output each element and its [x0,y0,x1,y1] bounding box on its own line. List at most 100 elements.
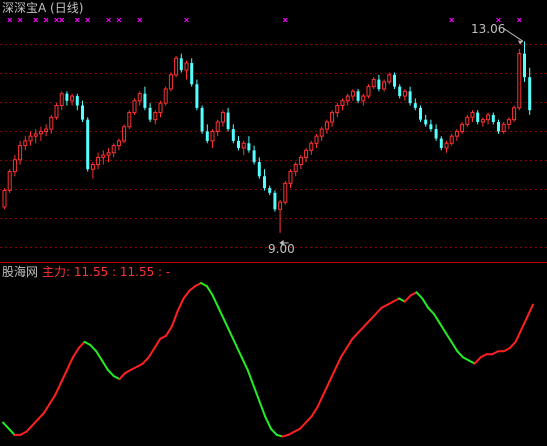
candle-body-down [143,93,147,108]
candle-body-up [501,123,506,132]
candle-body-up [288,171,293,184]
candle-body-down [257,162,261,177]
candle-body-down [179,58,183,71]
indicator-segment [106,368,115,377]
indicator-segment [234,344,243,359]
candle-body-up [460,123,465,132]
candle-body-down [81,105,84,120]
candle-body-down [476,112,480,123]
signal-marker [54,17,59,23]
candle-body-up [319,128,324,137]
indicator-segment [246,368,255,387]
candle-body-up [298,156,303,165]
candle-body-down [231,129,235,141]
indicator-segment [345,337,354,350]
signal-marker [43,17,49,23]
indicator-segment [95,350,104,362]
candle-body-up [465,116,470,125]
candle-body-up [314,135,319,144]
candle-body-up [506,119,511,125]
high-arrow [502,27,524,42]
indicator-segment [25,424,34,433]
candle-body-up [116,140,121,147]
candle-body-up [44,128,49,132]
indicator-segment [316,393,325,408]
candle-body-up [324,121,329,130]
candle-body-up [168,74,173,90]
indicator-segment [66,356,74,371]
indicator-segment [339,347,348,359]
candle-body-up [111,145,116,154]
candle-body-up [309,142,314,151]
candle-body-up [96,156,101,165]
candle-body-up [23,140,28,147]
candle-body-up [158,102,163,114]
candle-body-up [127,112,132,128]
candle-body-up [153,112,158,121]
indicator-line[interactable] [2,282,534,438]
indicator-segment [310,406,319,418]
candle-body-up [184,62,189,71]
candle-body-up [70,95,75,102]
indicator-segment [456,350,465,359]
candle-body-up [49,116,54,130]
candle-body-down [195,84,199,108]
candle-body-up [512,107,517,121]
candle-body-up [402,90,407,97]
signal-marker [85,17,91,23]
candle-body-down [528,77,532,111]
candle-body-down [497,122,500,132]
signal-marker [33,17,39,23]
candle-body-up [241,142,246,149]
indicator-segment [363,319,371,328]
indicator-segment [211,294,220,309]
signal-marker [7,17,13,23]
indicator-segment [508,340,517,350]
indicator-segment [147,347,156,359]
candle-body-down [75,96,79,106]
indicator-segment [438,322,447,334]
signal-marker [17,17,23,23]
stock-chart-canvas[interactable] [0,0,547,446]
candle-body-up [330,112,335,123]
indicator-segment [2,421,10,430]
candle-body-up [210,130,215,142]
candle-body-down [252,150,256,163]
indicator-segment [101,359,109,371]
candle-body-down [86,119,90,170]
candlesticks[interactable] [2,41,532,233]
signal-marker [106,17,111,23]
candle-body-up [122,126,127,142]
candle-body-down [148,107,152,120]
candle-body-up [59,93,64,107]
candle-body-down [439,138,443,148]
candle-body-down [491,114,495,123]
signal-marker [449,17,455,23]
indicator-segment [520,316,529,331]
candle-body-down [377,79,381,89]
candle-body-up [449,135,454,144]
candle-body-up [293,163,298,173]
signal-marker [137,17,143,23]
signal-marker [116,17,122,23]
signal-markers [7,17,522,23]
indicator-segment [351,331,360,340]
candle-body-up [137,93,142,102]
candle-body-up [283,182,288,203]
candle-body-up [480,119,485,123]
signal-marker [59,17,65,23]
indicator-segment [444,331,453,343]
candle-body-up [174,57,179,76]
indicator-segment [526,303,534,319]
indicator-values: 主力: 11.55 : 11.55 : - [42,265,171,279]
candle-body-down [356,91,360,101]
indicator-segment [514,328,523,343]
indicator-segment [357,325,366,334]
candle-body-up [382,81,387,90]
candle-body-down [523,53,526,78]
indicator-segment [432,313,441,325]
candle-body-up [345,95,350,102]
indicator-segment [252,384,261,402]
indicator-name: 股海网 [2,265,39,279]
candle-body-down [200,107,204,132]
